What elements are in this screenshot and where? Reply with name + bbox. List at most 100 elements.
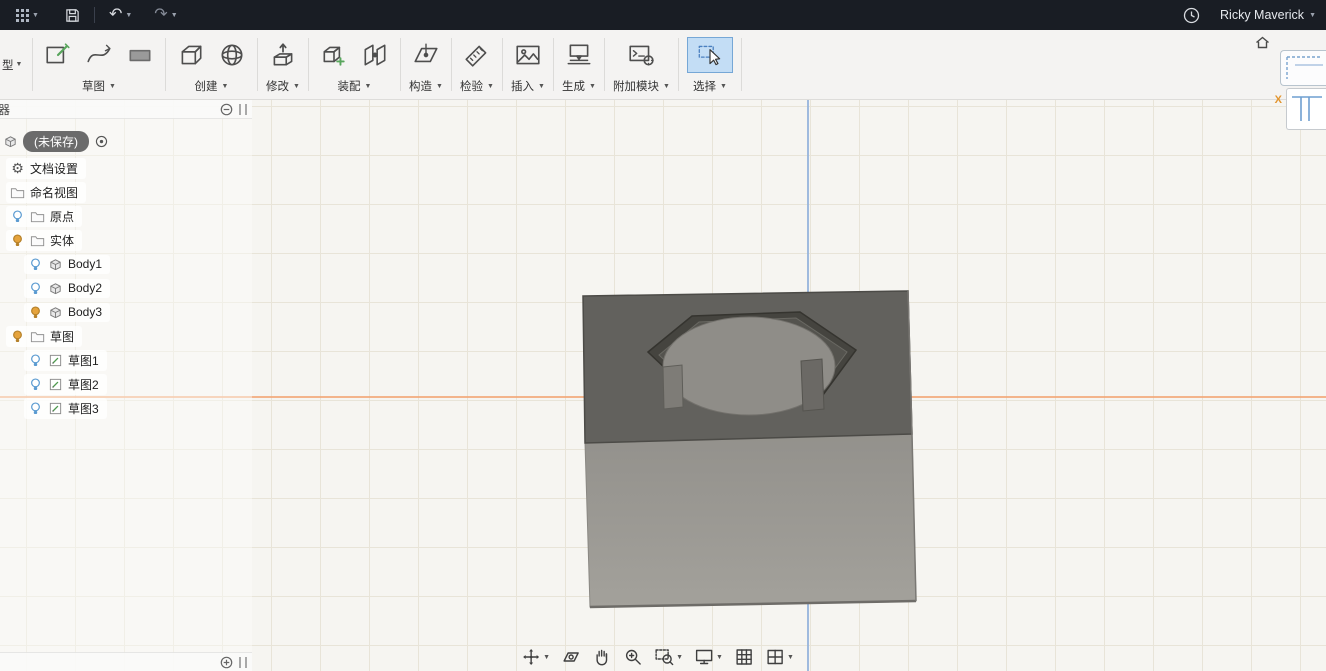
caret-down-icon: ▼ — [221, 82, 229, 90]
activate-target-icon[interactable] — [94, 134, 109, 149]
viewcube-face-partial-2[interactable] — [1286, 88, 1326, 130]
document-icon — [3, 134, 18, 149]
toolbar-group-select: 选择 ▼ — [679, 30, 741, 99]
visibility-bulb-icon[interactable] — [10, 233, 25, 248]
visibility-bulb-icon[interactable] — [28, 401, 43, 416]
scripts-addins-button[interactable] — [624, 37, 658, 73]
zoom-window-button[interactable]: ▼ — [653, 646, 684, 668]
browser-row-body2[interactable]: Body2 — [0, 276, 252, 300]
browser-row-sketch1[interactable]: 草图1 — [0, 348, 252, 372]
browser-row-document-settings[interactable]: ⚙ 文档设置 — [0, 156, 252, 180]
collapse-panel-button[interactable] — [220, 103, 233, 116]
topbar-divider — [93, 7, 95, 23]
user-account-menu[interactable]: Ricky Maverick ▼ — [1220, 8, 1316, 22]
addins-menu[interactable]: 附加模块 ▼ — [613, 78, 670, 94]
clock-icon — [1183, 7, 1200, 23]
redo-button[interactable]: ↷ ▼ — [148, 4, 183, 26]
home-icon — [1256, 36, 1269, 49]
create-menu[interactable]: 创建 ▼ — [195, 78, 229, 94]
visibility-bulb-icon[interactable] — [28, 305, 43, 320]
navigation-bar: ▼ ▼ ▼ ▼ — [520, 646, 795, 668]
workspace-switcher[interactable]: 型 ▼ — [0, 30, 32, 99]
pan-button[interactable] — [591, 646, 613, 668]
toolbar-group-make: 生成 ▼ — [554, 30, 604, 99]
viewcube-face-partial[interactable] — [1280, 50, 1326, 86]
assemble-menu[interactable]: 装配 ▼ — [338, 78, 372, 94]
toolbar-group-create: 创建 ▼ — [166, 30, 257, 99]
viewports-button[interactable]: ▼ — [764, 646, 795, 668]
display-settings-button[interactable]: ▼ — [693, 646, 724, 668]
viewcube-area: X — [1252, 36, 1326, 130]
joint-button[interactable] — [358, 37, 392, 73]
model-front-face[interactable] — [584, 433, 917, 608]
job-status-button[interactable] — [1177, 4, 1206, 27]
rectangle-tool-button[interactable] — [123, 37, 157, 73]
browser-document-row[interactable]: (未保存) — [0, 128, 252, 154]
circle-minus-icon — [220, 103, 233, 115]
model-wall-tab-left[interactable] — [662, 364, 684, 410]
construct-menu[interactable]: 构造 ▼ — [409, 78, 443, 94]
grid-and-snaps-button[interactable] — [733, 646, 755, 668]
browser-row-sketches[interactable]: 草图 — [0, 324, 252, 348]
browser-row-origin[interactable]: 原点 — [0, 204, 252, 228]
caret-down-icon: ▼ — [543, 653, 551, 661]
browser-row-body3[interactable]: Body3 — [0, 300, 252, 324]
body-icon — [48, 281, 63, 296]
inspect-menu[interactable]: 检验 ▼ — [460, 78, 494, 94]
fit-curves-button[interactable] — [82, 37, 116, 73]
browser-row-sketch3[interactable]: 草图3 — [0, 396, 252, 420]
body-icon — [48, 257, 63, 272]
browser-row-named-views[interactable]: 命名视图 — [0, 180, 252, 204]
data-panel-button[interactable]: ▼ — [10, 6, 45, 25]
zoom-button[interactable] — [622, 646, 644, 668]
row-label: 原点 — [50, 209, 75, 224]
insert-menu[interactable]: 插入 ▼ — [511, 78, 545, 94]
visibility-bulb-icon[interactable] — [28, 257, 43, 272]
construction-plane-button[interactable] — [409, 37, 443, 73]
row-content: Body1 — [24, 254, 111, 274]
view-home-button[interactable] — [1255, 36, 1270, 52]
spline-icon — [87, 44, 111, 63]
visibility-bulb-icon[interactable] — [28, 377, 43, 392]
row-label: 草图 — [50, 329, 75, 344]
caret-down-icon: ▼ — [719, 82, 727, 90]
save-button[interactable] — [59, 5, 86, 26]
make-menu[interactable]: 生成 ▼ — [562, 78, 596, 94]
create-box-button[interactable] — [174, 37, 208, 73]
circle-plus-icon — [220, 656, 233, 668]
measure-button[interactable] — [460, 37, 494, 73]
select-tool-button[interactable] — [686, 37, 733, 73]
create-sketch-button[interactable] — [41, 37, 75, 73]
press-pull-button[interactable] — [266, 37, 300, 73]
addins-menu-label: 附加模块 — [613, 81, 659, 93]
orbit-button[interactable]: ▼ — [520, 646, 551, 668]
caret-down-icon: ▼ — [716, 653, 723, 661]
panel-drag-handle[interactable] — [239, 103, 247, 115]
caret-down-icon: ▼ — [538, 82, 545, 90]
caret-down-icon: ▼ — [32, 11, 39, 19]
create-coil-button[interactable] — [215, 37, 249, 73]
browser-row-sketch2[interactable]: 草图2 — [0, 372, 252, 396]
select-menu[interactable]: 选择 ▼ — [693, 78, 727, 94]
document-name-badge: (未保存) — [23, 130, 89, 152]
expand-panel-button[interactable] — [220, 656, 233, 669]
sketch-menu[interactable]: 草图 ▼ — [82, 78, 116, 94]
visibility-bulb-icon[interactable] — [10, 209, 25, 224]
undo-button[interactable]: ↶ ▼ — [103, 4, 138, 26]
insert-image-button[interactable] — [511, 37, 545, 73]
visibility-bulb-icon[interactable] — [28, 281, 43, 296]
visibility-bulb-icon[interactable] — [28, 353, 43, 368]
look-at-button[interactable] — [560, 646, 582, 668]
caret-down-icon: ▼ — [436, 82, 443, 90]
new-component-button[interactable] — [317, 37, 351, 73]
panel-drag-handle[interactable] — [239, 656, 247, 668]
modify-menu[interactable]: 修改 ▼ — [266, 78, 300, 94]
browser-row-bodies[interactable]: 实体 — [0, 228, 252, 252]
model-wall-tab-right[interactable] — [800, 358, 825, 412]
image-icon — [516, 45, 540, 65]
visibility-bulb-icon[interactable] — [10, 329, 25, 344]
browser-tree: (未保存) ⚙ 文档设置 命名视图 原点 实体 Body1 Body2 Body… — [0, 119, 252, 652]
printer-icon — [567, 44, 591, 65]
browser-row-body1[interactable]: Body1 — [0, 252, 252, 276]
make-3d-print-button[interactable] — [562, 37, 596, 73]
